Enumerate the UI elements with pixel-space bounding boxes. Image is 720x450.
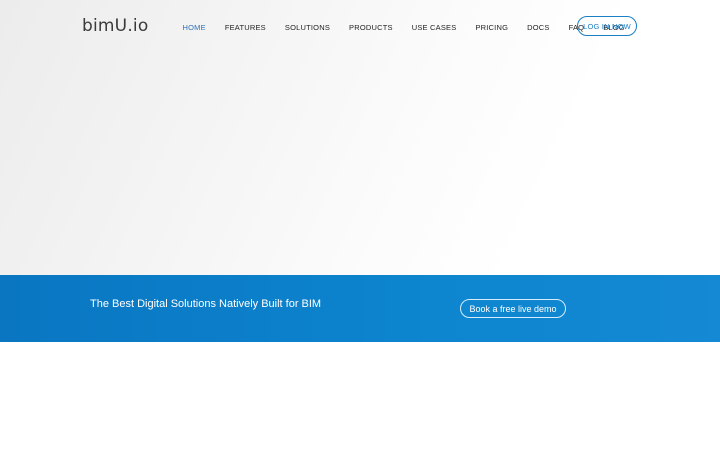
band-tagline: The Best Digital Solutions Natively Buil… bbox=[90, 298, 322, 310]
nav-docs[interactable]: DOCS bbox=[518, 23, 559, 32]
main-nav: HOME FEATURES SOLUTIONS PRODUCTS USE CAS… bbox=[173, 20, 634, 34]
nav-products[interactable]: PRODUCTS bbox=[340, 23, 403, 32]
nav-pricing[interactable]: PRICING bbox=[466, 23, 518, 32]
nav-solutions[interactable]: SOLUTIONS bbox=[275, 23, 339, 32]
nav-features[interactable]: FEATURES bbox=[215, 23, 275, 32]
cta-band: The Best Digital Solutions Natively Buil… bbox=[0, 275, 720, 342]
nav-home[interactable]: HOME bbox=[173, 23, 215, 32]
book-demo-button[interactable]: Book a free live demo bbox=[460, 299, 566, 318]
site-logo[interactable]: bimU.io bbox=[82, 16, 148, 36]
hero-section bbox=[0, 0, 720, 275]
nav-use-cases[interactable]: USE CASES bbox=[402, 23, 466, 32]
login-button[interactable]: LOG IN NOW bbox=[577, 16, 637, 36]
